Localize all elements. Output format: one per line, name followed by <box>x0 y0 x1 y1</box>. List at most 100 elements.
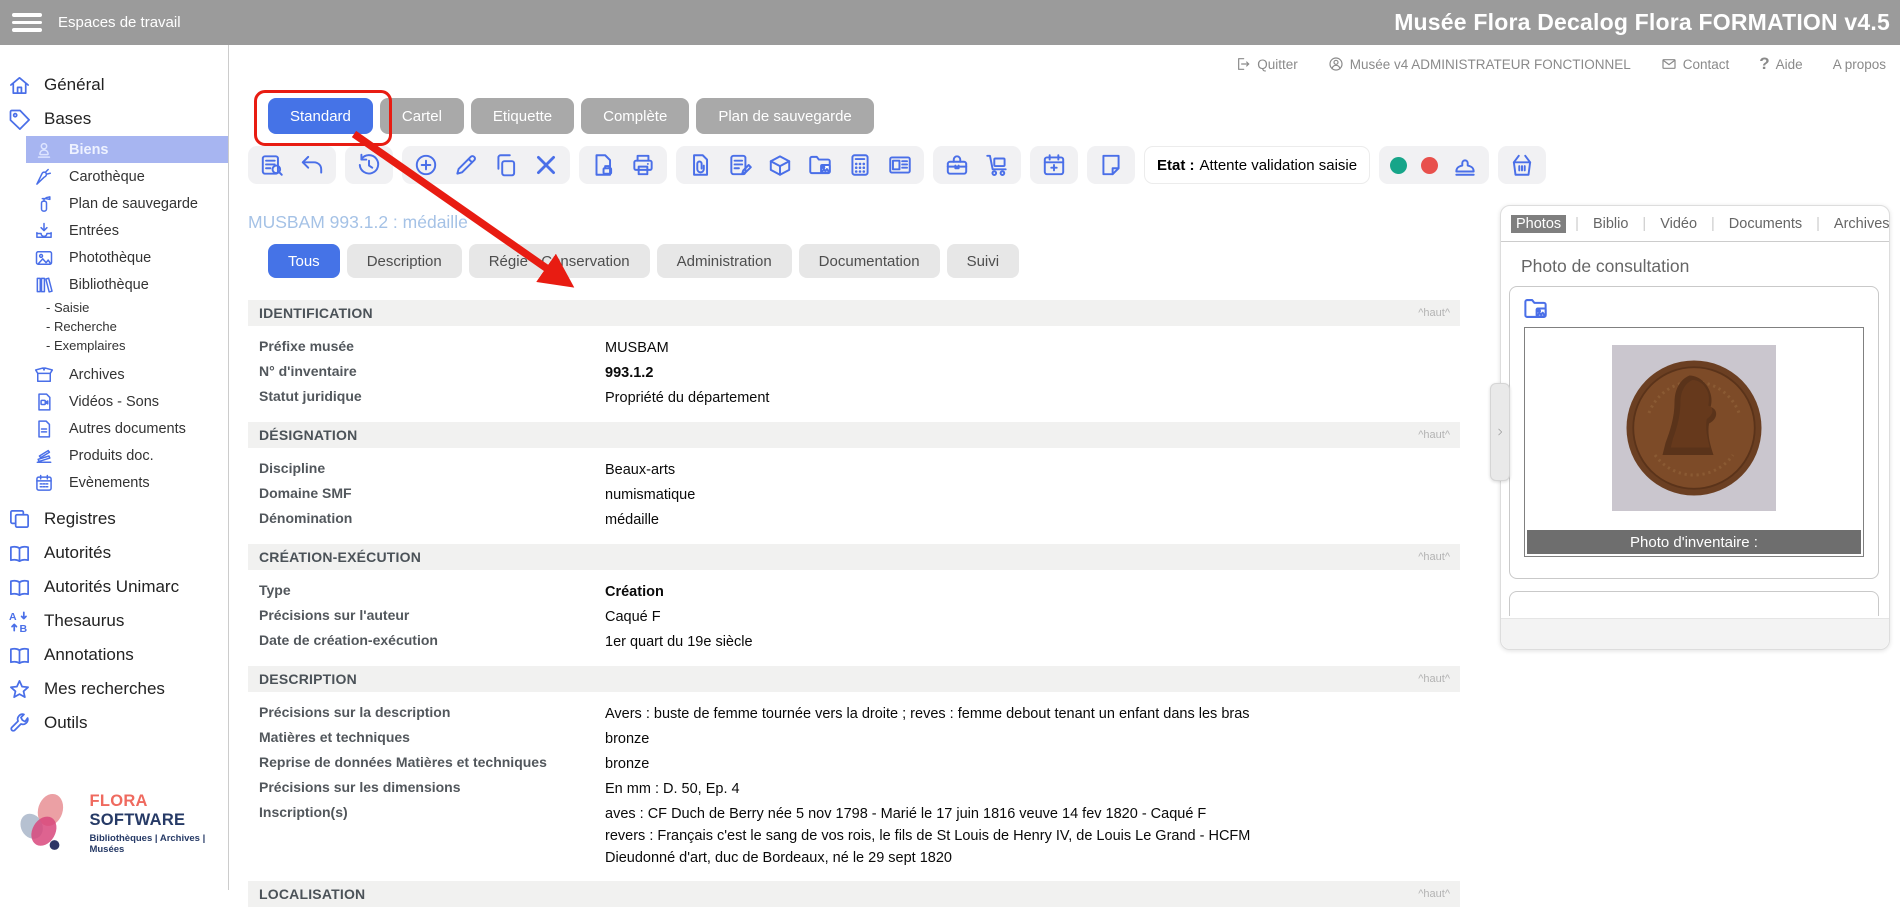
inventory-register-button[interactable] <box>847 152 873 178</box>
hamburger-menu-icon[interactable] <box>12 13 42 32</box>
record-tab-description[interactable]: Description <box>347 244 462 278</box>
open-book-icon <box>8 644 31 667</box>
tab-cartel[interactable]: Cartel <box>380 98 464 134</box>
reject-red-button[interactable] <box>1421 157 1438 174</box>
quit-link[interactable]: Quitter <box>1235 56 1298 72</box>
tab-complete[interactable]: Complète <box>581 98 689 134</box>
section-title: IDENTIFICATION <box>259 305 373 321</box>
sidebar-item-evenements[interactable]: Evènements <box>0 469 228 496</box>
duplicate-record-button[interactable] <box>493 152 519 178</box>
back-to-top-link[interactable]: ^haut^ <box>1418 307 1450 319</box>
sidebar-item-registres[interactable]: Registres <box>0 502 228 536</box>
toolbar: Etat : Attente validation saisie <box>248 146 1546 184</box>
sidebar-item-mes-recherches[interactable]: Mes recherches <box>0 672 228 706</box>
toolbar-group-validation <box>1379 146 1489 184</box>
sidebar-item-annotations[interactable]: Annotations <box>0 638 228 672</box>
edit-record-button[interactable] <box>453 152 479 178</box>
photo-frame[interactable]: Photo d'inventaire : <box>1524 327 1864 557</box>
edit-form-button[interactable] <box>727 152 753 178</box>
back-to-top-link[interactable]: ^haut^ <box>1418 429 1450 441</box>
stamp-button[interactable] <box>1452 152 1478 178</box>
back-to-top-link[interactable]: ^haut^ <box>1418 673 1450 685</box>
media-tab-video[interactable]: Vidéo <box>1655 215 1702 233</box>
contact-link[interactable]: Contact <box>1661 56 1730 72</box>
field-row: Reprise de données Matières et technique… <box>259 751 1460 776</box>
movement-trolley-button[interactable] <box>984 152 1010 178</box>
history-button[interactable] <box>356 152 382 178</box>
state-label: Etat : <box>1157 157 1195 174</box>
envelope-icon <box>1661 56 1677 72</box>
validate-green-button[interactable] <box>1390 157 1407 174</box>
tab-standard[interactable]: Standard <box>268 98 373 134</box>
sidebar-item-thesaurus[interactable]: ABThesaurus <box>0 604 228 638</box>
basket-button[interactable] <box>1509 152 1535 178</box>
help-link[interactable]: ?Aide <box>1759 54 1802 74</box>
attach-document-button[interactable] <box>687 152 713 178</box>
note-button[interactable] <box>1098 152 1124 178</box>
field-row: Statut juridiquePropriété du département <box>259 385 1460 410</box>
stack-icon <box>34 446 54 466</box>
back-button[interactable] <box>299 152 325 178</box>
record-tab-regie-conservation[interactable]: Régie - Conservation <box>469 244 650 278</box>
add-event-button[interactable] <box>1041 152 1067 178</box>
sidebar-item-recherche[interactable]: - Recherche <box>0 317 228 336</box>
sidebar-item-archives[interactable]: Archives <box>0 361 228 388</box>
media-tab-documents[interactable]: Documents <box>1724 215 1807 233</box>
flora-software-logo: FLORA SOFTWARE Bibliothèques | Archives … <box>8 786 228 860</box>
record-tab-tous[interactable]: Tous <box>268 244 340 278</box>
sidebar-item-autorites[interactable]: Autorités <box>0 536 228 570</box>
sidebar-item-carotheque[interactable]: Carothèque <box>0 163 228 190</box>
record-tab-suivi[interactable]: Suivi <box>947 244 1020 278</box>
sidebar-item-exemplaires[interactable]: - Exemplaires <box>0 336 228 355</box>
panel-collapse-handle[interactable] <box>1490 383 1510 481</box>
back-to-top-link[interactable]: ^haut^ <box>1418 551 1450 563</box>
section-localisation: LOCALISATION^haut^ <box>248 881 1460 907</box>
media-tab-archives[interactable]: Archives <box>1829 215 1895 233</box>
media-tab-photos[interactable]: Photos <box>1511 215 1566 233</box>
core-sample-icon <box>34 167 54 187</box>
view-list-button[interactable] <box>259 152 285 178</box>
record-tab-documentation[interactable]: Documentation <box>799 244 940 278</box>
sidebar-item-general[interactable]: Général <box>0 68 228 102</box>
field-row: N° d'inventaire993.1.2 <box>259 360 1460 385</box>
sidebar-item-autres-documents[interactable]: Autres documents <box>0 415 228 442</box>
tab-etiquette[interactable]: Etiquette <box>471 98 574 134</box>
section-title: DÉSIGNATION <box>259 427 357 443</box>
package-button[interactable] <box>767 152 793 178</box>
sidebar-item-autorites-unimarc[interactable]: Autorités Unimarc <box>0 570 228 604</box>
media-panel: Photos| Biblio| Vidéo| Documents| Archiv… <box>1500 205 1890 650</box>
sidebar-item-videos-sons[interactable]: Vidéos - Sons <box>0 388 228 415</box>
field-row: Date de création-exécution1er quart du 1… <box>259 629 1460 654</box>
export-document-button[interactable] <box>590 152 616 178</box>
sidebar-item-entrees[interactable]: Entrées <box>0 217 228 244</box>
about-link[interactable]: A propos <box>1833 57 1886 72</box>
workspace-label[interactable]: Espaces de travail <box>58 14 181 31</box>
section-title: CRÉATION-EXÉCUTION <box>259 549 421 565</box>
toolbar-group-print <box>579 146 667 184</box>
sidebar-item-saisie[interactable]: - Saisie <box>0 298 228 317</box>
sidebar-item-phototheque[interactable]: Photothèque <box>0 244 228 271</box>
toolbox-button[interactable] <box>944 152 970 178</box>
print-button[interactable] <box>630 152 656 178</box>
sidebar-item-bases[interactable]: Bases <box>0 102 228 136</box>
sidebar-item-bibliotheque[interactable]: Bibliothèque <box>0 271 228 298</box>
section-identification: IDENTIFICATION^haut^ Préfixe muséeMUSBAM… <box>248 300 1460 415</box>
sidebar-item-biens[interactable]: Biens <box>26 136 228 163</box>
sidebar-item-plan-sauvegarde[interactable]: Plan de sauvegarde <box>0 190 228 217</box>
svg-text:B: B <box>20 623 28 633</box>
delete-record-button[interactable] <box>533 152 559 178</box>
record-tab-administration[interactable]: Administration <box>657 244 792 278</box>
record-card-button[interactable] <box>887 152 913 178</box>
tab-plan-de-sauvegarde[interactable]: Plan de sauvegarde <box>696 98 873 134</box>
media-folder-icon[interactable] <box>1522 295 1549 322</box>
brand-name: FLORA SOFTWARE <box>89 792 228 830</box>
media-tab-biblio[interactable]: Biblio <box>1588 215 1633 233</box>
section-designation: DÉSIGNATION^haut^ DisciplineBeaux-arts D… <box>248 422 1460 537</box>
section-description: DESCRIPTION^haut^ Précisions sur la desc… <box>248 666 1460 874</box>
sidebar-item-outils[interactable]: Outils <box>0 706 228 740</box>
video-file-icon <box>34 392 54 412</box>
add-record-button[interactable] <box>413 152 439 178</box>
user-account[interactable]: Musée v4 ADMINISTRATEUR FONCTIONNEL <box>1328 56 1631 72</box>
sidebar-item-produits-doc[interactable]: Produits doc. <box>0 442 228 469</box>
media-folder-button[interactable] <box>807 152 833 178</box>
